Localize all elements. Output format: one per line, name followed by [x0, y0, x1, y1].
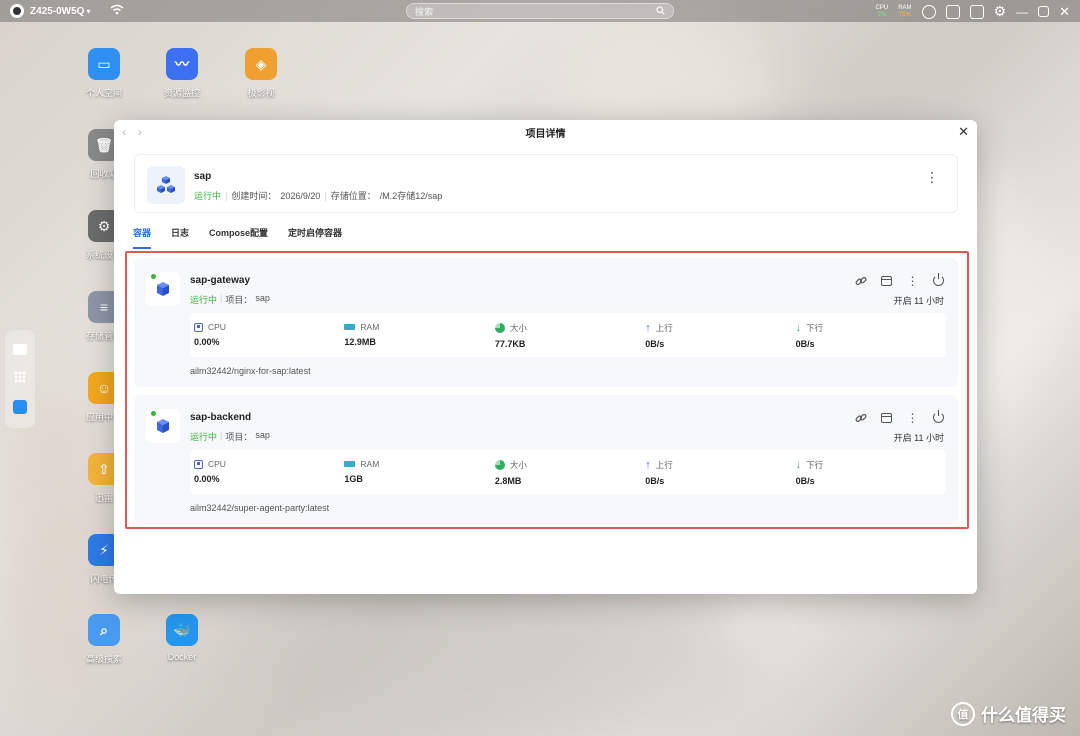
- watermark-text: 什么值得买: [981, 706, 1066, 725]
- desktop-icon-advanced-search[interactable]: ⌕ 高级搜索: [74, 614, 134, 665]
- divider: |: [324, 190, 327, 201]
- magnifier-icon: ⌕: [88, 614, 120, 646]
- tab-containers[interactable]: 容器: [133, 226, 152, 249]
- window-header: ‹ › 项目详情 ✕: [114, 120, 977, 144]
- gear-icon[interactable]: ⚙: [994, 3, 1007, 20]
- dock: [5, 330, 35, 428]
- dashboard-icon[interactable]: [921, 4, 936, 19]
- docker-icon: 🐳: [166, 614, 198, 646]
- app-grid-icon[interactable]: [14, 371, 26, 384]
- window-title: 项目详情: [525, 128, 566, 140]
- back-arrow-icon[interactable]: ‹: [122, 125, 126, 139]
- desktop-icon-media[interactable]: ◈ 极影视: [231, 48, 291, 99]
- tab-bar: 容器 日志 Compose配置 定时启停容器: [133, 226, 342, 249]
- watermark: 值 什么值得买: [951, 701, 1066, 726]
- wifi-icon[interactable]: [110, 4, 124, 18]
- maximize-icon[interactable]: [1038, 6, 1050, 17]
- docker-dock-icon[interactable]: [13, 399, 27, 414]
- desktop-icon-docker[interactable]: 🐳 Docker: [152, 614, 212, 662]
- close-icon[interactable]: ✕: [1059, 4, 1070, 20]
- more-vertical-icon[interactable]: ⋮: [925, 169, 939, 186]
- tab-schedule[interactable]: 定时启停容器: [288, 226, 342, 249]
- message-icon[interactable]: [969, 4, 984, 19]
- project-name: sap: [194, 171, 212, 182]
- project-summary-card: sap 运行中 | 创建时间： 2026/9/20 | 存储位置： /M.2存储…: [134, 154, 958, 213]
- minimize-icon[interactable]: —: [1016, 5, 1028, 19]
- host-name: Z425-0W5Q: [30, 5, 85, 17]
- top-bar: Z425-0W5Q ▾ 搜索 CPU 2% RAM 75% ⚙ — ✕: [0, 0, 1080, 22]
- cpu-meter-label: CPU: [875, 4, 889, 11]
- storage-label: 存储位置：: [330, 191, 376, 201]
- watermark-badge: 值: [951, 701, 975, 726]
- desktop-icon-label: 极影视: [247, 88, 275, 98]
- system-tray: CPU 2% RAM 75% ⚙ — ✕: [876, 3, 1070, 20]
- desktop-icon-resource-monitor[interactable]: 〰 资源监控: [152, 48, 212, 99]
- ram-meter[interactable]: RAM 75%: [898, 5, 911, 19]
- desktop-view-icon[interactable]: [13, 344, 27, 356]
- ram-meter-label: RAM: [898, 4, 912, 11]
- project-meta: 运行中 | 创建时间： 2026/9/20 | 存储位置： /M.2存储12/s…: [194, 189, 442, 202]
- chevron-down-icon: ▾: [86, 6, 91, 16]
- tab-compose[interactable]: Compose配置: [209, 226, 268, 249]
- created-value: 2026/9/20: [280, 190, 321, 201]
- task-manager-icon[interactable]: [945, 4, 960, 19]
- project-details-window: ‹ › 项目详情 ✕ sap 运行中 | 创建时间： 2026/9/20 | 存…: [114, 120, 977, 594]
- search-icon: [656, 5, 665, 17]
- search-placeholder: 搜索: [415, 6, 434, 17]
- search-input[interactable]: 搜索: [406, 3, 674, 19]
- created-label: 创建时间：: [231, 191, 277, 201]
- host-menu[interactable]: Z425-0W5Q ▾: [10, 4, 90, 18]
- avatar: [10, 4, 24, 18]
- cpu-meter[interactable]: CPU 2%: [876, 5, 889, 19]
- window-close-icon[interactable]: ✕: [958, 124, 969, 140]
- media-icon: ◈: [245, 48, 277, 80]
- forward-arrow-icon[interactable]: ›: [138, 125, 142, 139]
- nav-arrows: ‹ ›: [122, 125, 142, 139]
- ram-meter-value: 75%: [898, 11, 911, 18]
- desktop-icon-personal-space[interactable]: ▭ 个人空间: [74, 48, 134, 99]
- pulse-icon: 〰: [166, 48, 198, 80]
- highlight-annotation-box: [125, 251, 969, 529]
- desktop-icon-label: 个人空间: [85, 88, 122, 98]
- cpu-meter-value: 2%: [877, 11, 887, 18]
- folder-icon: ▭: [88, 48, 120, 80]
- project-status: 运行中: [194, 191, 222, 201]
- desktop-icon-label: 高级搜索: [85, 654, 122, 664]
- tab-logs[interactable]: 日志: [171, 226, 189, 249]
- desktop-icon-label: 资源监控: [163, 88, 200, 98]
- project-cubes-icon: [147, 166, 185, 204]
- divider: |: [225, 190, 228, 201]
- storage-value: /M.2存储12/sap: [379, 191, 443, 201]
- desktop-icon-label: Docker: [167, 652, 197, 662]
